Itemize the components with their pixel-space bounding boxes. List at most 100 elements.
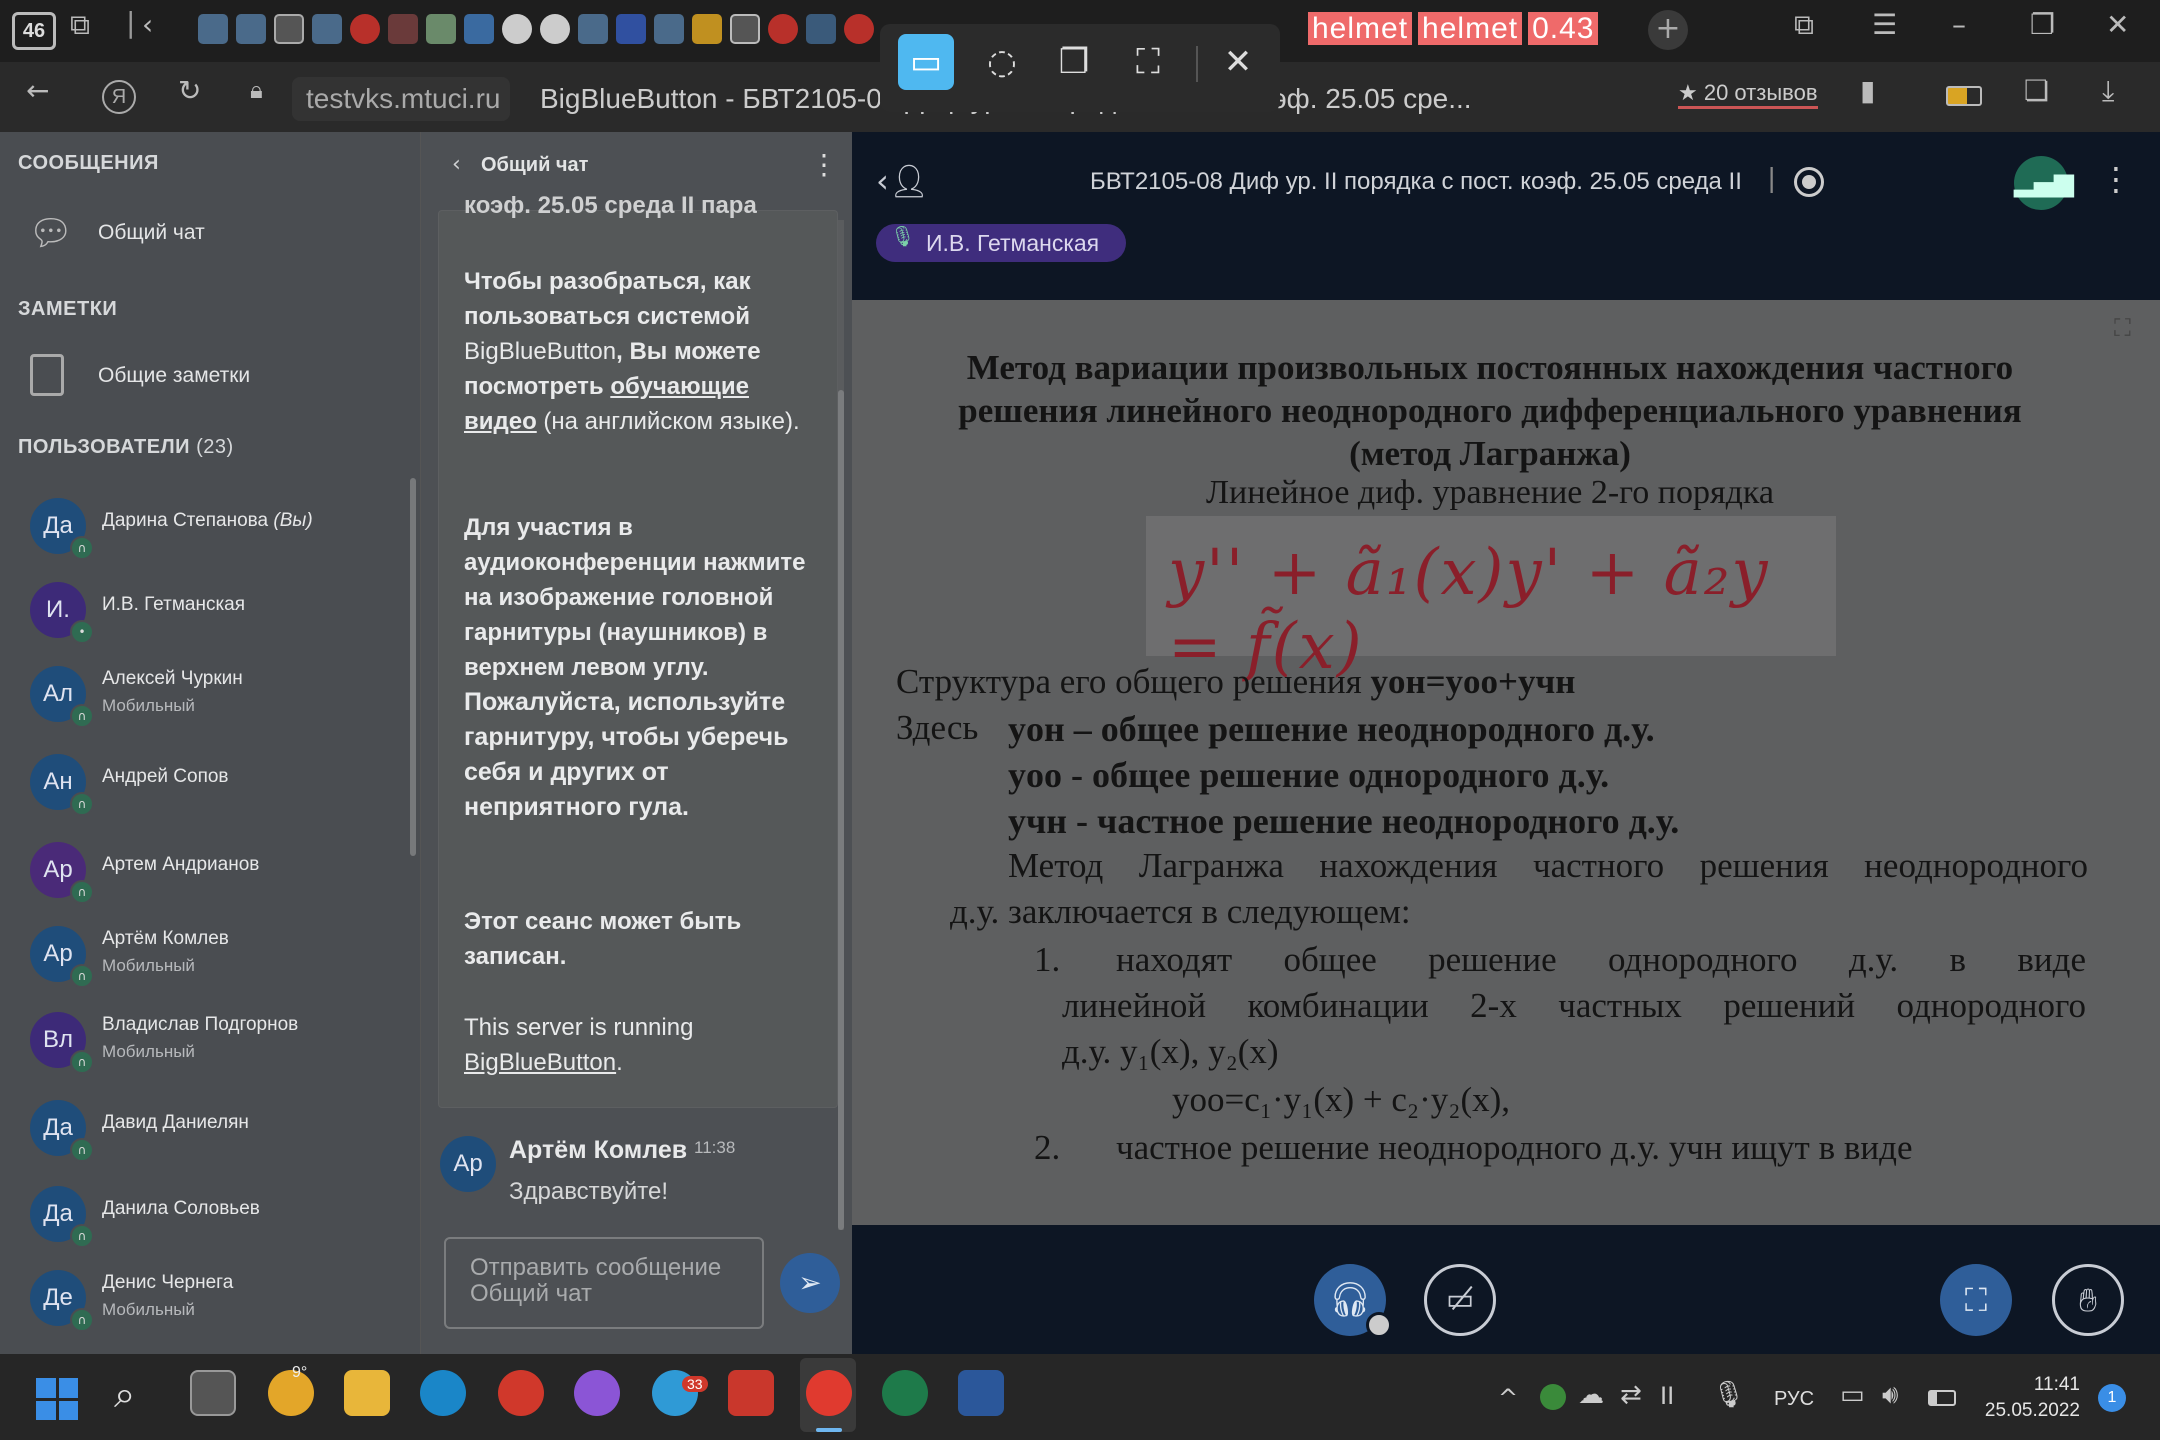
chat-message-input[interactable]: Отправить сообщение Общий чат	[444, 1237, 764, 1329]
welcome-paragraph-4: This server is running BigBlueButton.	[464, 1014, 694, 1076]
menu-icon[interactable]: ☰	[1872, 8, 1897, 41]
yandex-tab-icon[interactable]	[844, 14, 874, 44]
edge-icon[interactable]	[420, 1370, 466, 1416]
yandex-browser-icon[interactable]	[806, 1370, 852, 1416]
yandex-tab-icon[interactable]	[768, 14, 798, 44]
tab-favicon[interactable]	[578, 14, 608, 44]
notifications-badge[interactable]: 1	[2098, 1384, 2126, 1412]
definition-2: yоо - общее решение однородного д.у.	[1008, 755, 1610, 795]
new-tab-plus-icon[interactable]: +	[1648, 10, 1688, 50]
search-icon[interactable]: ⌕	[114, 1372, 135, 1417]
task-view-icon[interactable]	[190, 1370, 236, 1416]
restore-icon[interactable]: ❐	[2030, 8, 2055, 41]
fullscreen-snip-icon[interactable]: ⛶	[1120, 34, 1176, 90]
user-list-item[interactable]: Ар ∩ Артём Комлев Мобильный	[0, 914, 400, 998]
network-tray-icon[interactable]: ІⅠ	[1660, 1382, 1674, 1410]
battery-saver-icon[interactable]	[1946, 86, 1982, 106]
clock[interactable]: 11:41 25.05.2022	[1980, 1372, 2080, 1424]
presenter-name: И.В. Гетманская	[926, 230, 1100, 256]
volume-icon[interactable]: 🔊︎	[1882, 1380, 1898, 1411]
chat-scrollbar[interactable]	[838, 390, 844, 1230]
tab-favicon[interactable]	[198, 14, 228, 44]
user-list-item[interactable]: Ар ∩ Артем Андрианов	[0, 830, 400, 914]
record-icon[interactable]	[1794, 167, 1824, 197]
fullscreen-icon[interactable]: ⛶	[2114, 314, 2131, 342]
raise-hand-button[interactable]: ✋︎	[2052, 1264, 2124, 1336]
tab-counter-button[interactable]: 46	[12, 12, 56, 50]
minimize-icon[interactable]: –	[1952, 8, 1966, 41]
tray-app-icon[interactable]	[1540, 1384, 1566, 1410]
tab-favicon[interactable]	[274, 14, 304, 44]
rectangle-snip-icon[interactable]: ▭	[898, 34, 954, 90]
window-snip-icon[interactable]: ❐	[1046, 34, 1102, 90]
tab-favicon[interactable]	[426, 14, 456, 44]
notes-header: ЗАМЕТКИ	[18, 298, 118, 320]
extensions-icon[interactable]: ❏	[2024, 74, 2049, 107]
user-list-item[interactable]: Да ∩ Давид Даниелян	[0, 1088, 400, 1172]
user-list-item[interactable]: Ан ∩ Андрей Сопов	[0, 742, 400, 826]
document-tab-icon[interactable]	[730, 14, 760, 44]
audio-options-icon[interactable]	[1366, 1312, 1392, 1338]
anydesk-icon[interactable]	[728, 1370, 774, 1416]
tab-favicon[interactable]	[388, 14, 418, 44]
chat-options-icon[interactable]: ⋮	[810, 148, 838, 181]
chat-back-icon[interactable]: ‹	[452, 152, 461, 177]
user-list-item[interactable]: Да ∩ Данила Соловьев	[0, 1174, 400, 1258]
send-message-button[interactable]: ➢	[780, 1253, 840, 1313]
url-field[interactable]: testvks.mtuci.ru	[292, 77, 510, 121]
word-icon[interactable]	[958, 1370, 1004, 1416]
welcome-paragraph-2: Для участия в аудиоконференции нажмите н…	[464, 514, 806, 821]
close-snip-icon[interactable]: ✕	[1210, 34, 1266, 90]
user-list-toggle-icon[interactable]: ‹👤︎	[876, 162, 929, 200]
alice-icon[interactable]	[574, 1370, 620, 1416]
onedrive-icon[interactable]: ☁	[1578, 1380, 1604, 1410]
step-1-line-a: находят общее решение однородного д.у. в…	[1116, 940, 2086, 979]
yandex-home-icon[interactable]: Я	[102, 80, 136, 114]
reload-icon[interactable]: ↻	[178, 74, 201, 107]
options-menu-icon[interactable]: ⋮	[2100, 160, 2132, 198]
connection-stats-icon[interactable]: ▂▄▆	[2014, 156, 2074, 210]
bigbluebutton-link[interactable]: BigBlueButton	[464, 1049, 616, 1076]
python-tab-icon[interactable]	[464, 14, 494, 44]
new-tab-icon[interactable]: ⧉	[70, 8, 90, 42]
user-list-item[interactable]: И. • И.В. Гетманская	[0, 570, 400, 654]
users-scrollbar[interactable]	[410, 478, 416, 856]
tab-favicon[interactable]	[312, 14, 342, 44]
back-icon[interactable]: ←	[26, 74, 49, 107]
tray-expand-icon[interactable]: ^	[1498, 1384, 1518, 1412]
video-off-button[interactable]: ▭̸	[1424, 1264, 1496, 1336]
presentation-toggle-button[interactable]: ⛶	[1940, 1264, 2012, 1336]
yandex-tab-icon[interactable]	[350, 14, 380, 44]
user-list-item[interactable]: Де ∩ Денис Чернега Мобильный	[0, 1258, 400, 1342]
stopwatch-app-icon[interactable]	[882, 1370, 928, 1416]
yandex-icon[interactable]	[498, 1370, 544, 1416]
back-tabs-icon[interactable]: ‹	[142, 8, 153, 41]
tab-favicon[interactable]	[502, 14, 532, 44]
public-chat-link[interactable]: Общий чат	[98, 221, 205, 245]
download-icon[interactable]: ⤓	[2102, 74, 2114, 108]
tab-favicon[interactable]	[654, 14, 684, 44]
tab-favicon[interactable]	[692, 14, 722, 44]
close-window-icon[interactable]: ✕	[2106, 8, 2129, 41]
tab-favicon[interactable]	[236, 14, 266, 44]
start-icon[interactable]	[36, 1378, 78, 1420]
user-list-item[interactable]: Вл ∩ Владислав Подгорнов Мобильный	[0, 1000, 400, 1084]
send-icon: ➢	[798, 1266, 822, 1299]
tab-favicon[interactable]	[540, 14, 570, 44]
user-list-item[interactable]: Да ∩ Дарина Степанова (Вы)	[0, 486, 400, 570]
sync-icon[interactable]: ⇄	[1620, 1380, 1642, 1410]
tab-favicon[interactable]	[806, 14, 836, 44]
user-list-item[interactable]: Ал ∩ Алексей Чуркин Мобильный	[0, 654, 400, 738]
microphone-tray-icon[interactable]: 🎙︎	[1712, 1380, 1745, 1410]
tab-favicon[interactable]	[616, 14, 646, 44]
bookmark-icon[interactable]: ▮	[1860, 74, 1875, 107]
wifi-icon[interactable]: ▭	[1840, 1380, 1865, 1410]
reviews-link[interactable]: ★ 20 отзывов	[1678, 80, 1818, 109]
file-explorer-icon[interactable]	[344, 1370, 390, 1416]
bookmarks-panel-icon[interactable]: ⧉	[1794, 8, 1814, 42]
freeform-snip-icon[interactable]: ◌	[974, 34, 1030, 90]
welcome-paragraph-3: Этот сеанс может быть записан.	[464, 908, 742, 970]
battery-icon[interactable]	[1928, 1390, 1956, 1406]
shared-notes-link[interactable]: Общие заметки	[98, 364, 250, 388]
language-indicator[interactable]: РУС	[1774, 1388, 1814, 1411]
